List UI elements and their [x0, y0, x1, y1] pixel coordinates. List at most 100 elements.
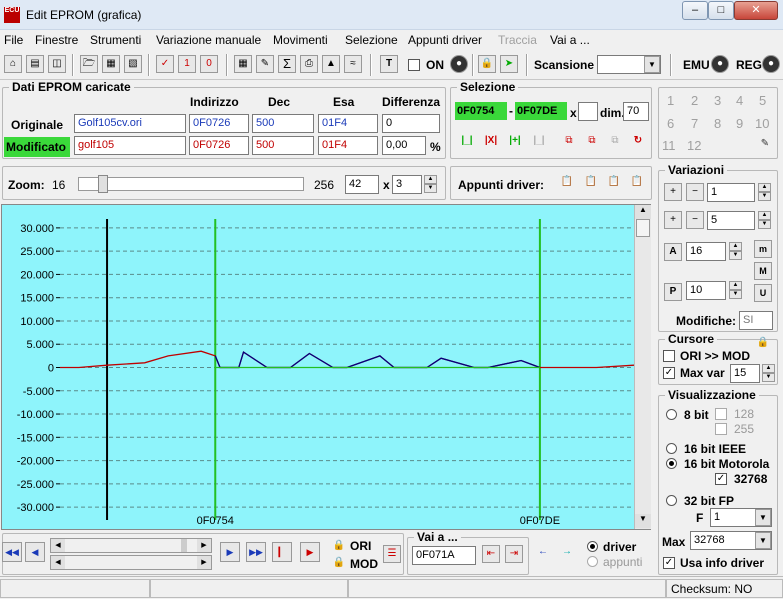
selezione-x-field[interactable] — [578, 102, 598, 121]
scroll-right-icon[interactable]: ▶ — [197, 556, 211, 569]
variazione-2-field[interactable]: 5 — [707, 211, 755, 230]
red-marker-icon[interactable]: ▎ — [272, 542, 292, 562]
hscroll-thumb[interactable] — [181, 539, 187, 552]
graph-icon[interactable]: ≈ — [344, 55, 362, 73]
variazione-2-down[interactable]: ▼ — [758, 220, 771, 229]
radio-driver[interactable] — [587, 541, 598, 552]
scroll-left-icon[interactable]: ◀ — [51, 556, 65, 569]
radio-16bit-ieee[interactable] — [666, 443, 677, 454]
menu-movimenti[interactable]: Movimenti — [273, 33, 328, 47]
variazione-p-up[interactable]: ▲ — [729, 281, 742, 290]
menu-file[interactable]: File — [4, 33, 23, 47]
check-32768[interactable]: ✓ — [715, 473, 727, 485]
zoom-slider[interactable] — [78, 175, 304, 193]
last-icon[interactable]: ▶▶ — [246, 542, 266, 562]
select-plus-icon[interactable]: |+| — [506, 133, 524, 151]
maximize-button[interactable]: □ — [708, 1, 734, 20]
text-t-icon[interactable]: T — [380, 55, 398, 73]
variazione-a-field[interactable]: 16 — [686, 242, 726, 261]
zoom-spin-down[interactable]: ▼ — [424, 184, 437, 193]
scroll-left-icon[interactable]: ◀ — [51, 539, 65, 552]
scroll-thumb[interactable] — [636, 219, 650, 237]
variazione-1-up[interactable]: ▲ — [758, 183, 771, 192]
plus-five-icon[interactable]: + — [664, 211, 682, 229]
chart-vertical-scrollbar[interactable]: ▲ ▼ — [634, 205, 651, 529]
select-start-icon[interactable]: |_| — [458, 133, 476, 151]
variazione-p-down[interactable]: ▼ — [729, 290, 742, 299]
first-icon[interactable]: ◀◀ — [2, 542, 22, 562]
goto-left-icon[interactable]: ⇤ — [482, 545, 500, 563]
sigma-icon[interactable]: Σ — [278, 55, 296, 73]
m-lower-icon[interactable]: m — [754, 240, 772, 258]
menu-strumenti[interactable]: Strumenti — [90, 33, 141, 47]
red-step-icon[interactable]: ▶ — [300, 542, 320, 562]
minus-five-icon[interactable]: − — [686, 211, 704, 229]
scroll-down-icon[interactable]: ▼ — [635, 514, 651, 528]
plus-one-icon[interactable]: + — [664, 183, 682, 201]
refresh-icon[interactable]: ↻ — [629, 133, 647, 151]
arrow-left-icon[interactable]: ← — [534, 544, 552, 562]
paste-icon[interactable]: ⧉ — [583, 133, 601, 151]
save-icon[interactable]: ▦ — [102, 55, 120, 73]
chevron-down-icon[interactable]: ▼ — [755, 532, 771, 549]
radio-8bit[interactable] — [666, 409, 677, 420]
mod-button[interactable]: MOD — [350, 557, 378, 571]
dim-field[interactable]: 70 — [623, 102, 649, 121]
scroll-up-icon[interactable]: ▲ — [635, 205, 651, 219]
menu-finestre[interactable]: Finestre — [35, 33, 78, 47]
check-icon[interactable]: ✓ — [156, 55, 174, 73]
on-checkbox[interactable] — [408, 59, 420, 71]
max-var-checkbox[interactable]: ✓ — [663, 367, 675, 379]
menu-vai-a[interactable]: Vai a ... — [550, 33, 590, 47]
variazione-p-field[interactable]: 10 — [686, 281, 726, 300]
variazione-1-field[interactable]: 1 — [707, 183, 755, 202]
zero-icon[interactable]: 0 — [200, 55, 218, 73]
prev-icon[interactable]: ◀ — [25, 542, 45, 562]
chevron-down-icon[interactable]: ▼ — [755, 509, 771, 526]
zoom-slider-thumb[interactable] — [98, 175, 108, 193]
variazione-a-up[interactable]: ▲ — [729, 242, 742, 251]
max-var-field[interactable]: 15 — [730, 364, 760, 383]
close-button[interactable]: ✕ — [734, 1, 778, 20]
lock-mod-icon[interactable]: 🔒 — [330, 555, 348, 573]
one-icon[interactable]: 1 — [178, 55, 196, 73]
ori-button[interactable]: ORI — [350, 539, 371, 553]
zoom-spin-up[interactable]: ▲ — [424, 175, 437, 184]
chip-icon[interactable]: ▦ — [234, 55, 252, 73]
arrow-right-icon[interactable]: → — [558, 544, 576, 562]
zoom-mult[interactable]: 3 — [392, 175, 422, 194]
menu-appunti-driver[interactable]: Appunti driver — [408, 33, 482, 47]
copy-icon[interactable]: ⧉ — [560, 133, 578, 151]
max-var-up[interactable]: ▲ — [762, 364, 775, 373]
scroll-right-icon[interactable]: ▶ — [197, 539, 211, 552]
padlock-icon[interactable]: 🔒 — [754, 335, 772, 353]
usa-info-checkbox[interactable]: ✓ — [663, 557, 675, 569]
variazione-1-down[interactable]: ▼ — [758, 192, 771, 201]
lock-ori-icon[interactable]: 🔒 — [330, 538, 348, 556]
u-icon[interactable]: U — [754, 284, 772, 302]
save-all-icon[interactable]: ▧ — [124, 55, 142, 73]
chart-area[interactable]: 30.000 25.000 20.000 15.000 10.000 5.000 0 -5.0… — [1, 204, 651, 530]
minimize-button[interactable]: – — [682, 1, 708, 20]
modificato-differenza[interactable]: 0,00 — [382, 136, 426, 155]
open-folder-icon[interactable]: 🗁 — [80, 55, 98, 73]
shapes-icon[interactable]: ▲ — [322, 55, 340, 73]
minus-one-icon[interactable]: − — [686, 183, 704, 201]
align-icon[interactable]: ☰ — [383, 545, 401, 563]
menu-variazione-manuale[interactable]: Variazione manuale — [156, 33, 261, 47]
chevron-down-icon[interactable]: ▼ — [644, 56, 660, 73]
a-icon[interactable]: A — [664, 243, 682, 261]
select-clear-icon[interactable]: |X| — [482, 133, 500, 151]
clipboard-icon[interactable]: 📋 — [558, 174, 576, 192]
variazione-2-up[interactable]: ▲ — [758, 211, 771, 220]
max-var-down[interactable]: ▼ — [762, 373, 775, 382]
lock-icon[interactable]: 🔒 — [478, 55, 496, 73]
m-upper-icon[interactable]: M — [754, 262, 772, 280]
radio-16bit-motorola[interactable] — [666, 458, 677, 469]
vai-a-field[interactable]: 0F071A — [412, 546, 476, 565]
goto-right-icon[interactable]: ⇥ — [505, 545, 523, 563]
menu-selezione[interactable]: Selezione — [345, 33, 398, 47]
next-icon[interactable]: ▶ — [220, 542, 240, 562]
notes-icon[interactable]: ✎ — [756, 136, 774, 154]
hscroll-top[interactable]: ◀ ▶ — [50, 538, 212, 553]
